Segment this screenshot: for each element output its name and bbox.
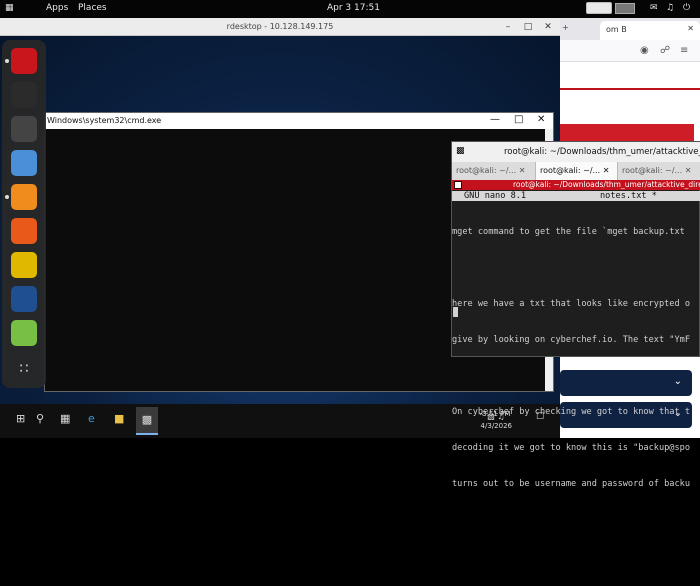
terminal-window: ▩ root@kali: ~/Downloads/thm_umer/attack…: [451, 141, 700, 489]
browser-tab[interactable]: om B ✕: [600, 21, 700, 40]
text-cursor: [453, 307, 458, 317]
nano-line: mget command to get the file `mget backu…: [452, 227, 685, 237]
activities-icon[interactable]: ▦: [5, 3, 14, 13]
nano-line: [452, 550, 700, 562]
terminal-app-icon[interactable]: ▩: [456, 146, 465, 156]
keyboard-layout-icon[interactable]: [586, 2, 612, 14]
terminal-path: root@kali: ~/Downloads/thm_umer/attackti…: [513, 180, 700, 189]
running-indicator: [5, 59, 9, 63]
nano-header: GNU nano 8.1 notes.txt *: [452, 191, 700, 201]
volume-icon[interactable]: ♫: [666, 3, 674, 13]
search-icon[interactable]: ⚲: [36, 412, 44, 425]
pocket-icon[interactable]: ◉: [640, 45, 649, 56]
power-icon[interactable]: ⏻: [683, 3, 690, 13]
terminal-tab[interactable]: root@kali: ~/... ✕: [452, 162, 536, 180]
task-view-icon[interactable]: ▦: [60, 412, 70, 425]
page-header: [560, 62, 700, 90]
text-editor-icon[interactable]: [11, 320, 37, 346]
close-icon[interactable]: ✕: [603, 166, 610, 175]
nano-line: On cyberchef by checking we got to know …: [452, 407, 690, 417]
rdesktop-titlebar: rdesktop - 10.128.149.175 – □ ✕: [0, 18, 560, 36]
terminal-tab-active[interactable]: root@kali: ~/... ✕: [536, 162, 618, 180]
places-menu[interactable]: Places: [78, 3, 107, 13]
close-icon[interactable]: ✕: [519, 166, 526, 175]
kali-menu-icon[interactable]: [11, 48, 37, 74]
nano-editor[interactable]: mget command to get the file `mget backu…: [452, 202, 700, 586]
browser-toolbar: ◉ ☍ ≡: [560, 40, 700, 62]
dash-dock: ∷: [2, 40, 46, 388]
terminal-icon: [454, 181, 462, 189]
terminal-icon[interactable]: [11, 82, 37, 108]
close-button[interactable]: ✕: [540, 19, 556, 35]
clock[interactable]: Apr 3 17:51: [327, 3, 380, 13]
close-icon[interactable]: ✕: [687, 24, 694, 33]
nano-filename: notes.txt *: [600, 191, 657, 201]
terminal-title: root@kali: ~/Downloads/thm_umer/attackti…: [504, 147, 700, 157]
nano-line: turns out to be username and password of…: [452, 479, 690, 489]
burpsuite-icon[interactable]: [11, 218, 37, 244]
windows-start-icon[interactable]: ⊞: [16, 412, 25, 425]
rdesktop-title: rdesktop - 10.128.149.175: [226, 22, 334, 31]
display-icon[interactable]: [615, 3, 635, 14]
metasploit-icon[interactable]: [11, 286, 37, 312]
cmd-titlebar: Windows\system32\cmd.exe — □ ✕: [45, 113, 553, 129]
files-icon[interactable]: [11, 150, 37, 176]
close-button[interactable]: ✕: [537, 114, 545, 125]
gnome-top-bar: ▦ Apps Places Apr 3 17:51 ✉ ♫ ⏻: [0, 0, 700, 18]
cmd-title: Windows\system32\cmd.exe: [47, 116, 162, 125]
minimize-button[interactable]: –: [500, 19, 516, 35]
nano-line: here we have a txt that looks like encry…: [452, 299, 690, 309]
terminal-path-bar: root@kali: ~/Downloads/thm_umer/attackti…: [452, 180, 700, 190]
nano-line: decoding it we got to know this is "back…: [452, 443, 690, 453]
terminal-tab-label: root@kali: ~/...: [622, 166, 683, 175]
maximize-button[interactable]: □: [520, 19, 536, 35]
terminal-tab[interactable]: root@kali: ~/... ✕: [618, 162, 700, 180]
file-explorer-icon[interactable]: ■: [114, 412, 124, 425]
running-indicator: [5, 195, 9, 199]
remmina-icon[interactable]: [11, 116, 37, 142]
internet-explorer-icon[interactable]: e: [88, 412, 95, 425]
menu-icon[interactable]: ≡: [680, 45, 688, 56]
firefox-icon[interactable]: [11, 184, 37, 210]
red-button[interactable]: [560, 124, 694, 142]
minimize-button[interactable]: —: [490, 114, 500, 125]
terminal-tabs: root@kali: ~/... ✕ root@kali: ~/... ✕ ro…: [452, 162, 700, 180]
nano-line: [452, 370, 700, 382]
network-icon[interactable]: ✉: [650, 3, 658, 13]
browser-tab-strip: om B ✕ +: [560, 18, 700, 40]
kismet-icon[interactable]: [11, 252, 37, 278]
terminal-tab-label: root@kali: ~/...: [540, 166, 601, 175]
terminal-titlebar: ▩ root@kali: ~/Downloads/thm_umer/attack…: [452, 142, 700, 162]
nano-line: give by looking on cyberchef.io. The tex…: [452, 335, 690, 345]
new-tab-icon[interactable]: +: [562, 23, 569, 32]
extensions-icon[interactable]: ☍: [660, 45, 670, 56]
cmd-taskbar-icon[interactable]: ▩: [136, 407, 158, 435]
terminal-tab-label: root@kali: ~/...: [456, 166, 517, 175]
maximize-button[interactable]: □: [514, 114, 523, 125]
browser-tab-title: om B: [606, 25, 627, 34]
nano-line: [452, 262, 700, 274]
apps-menu[interactable]: Apps: [46, 3, 68, 13]
nano-version: GNU nano 8.1: [464, 191, 527, 201]
close-icon[interactable]: ✕: [685, 166, 692, 175]
nano-line: [452, 514, 700, 526]
show-apps-icon[interactable]: ∷: [11, 356, 37, 382]
